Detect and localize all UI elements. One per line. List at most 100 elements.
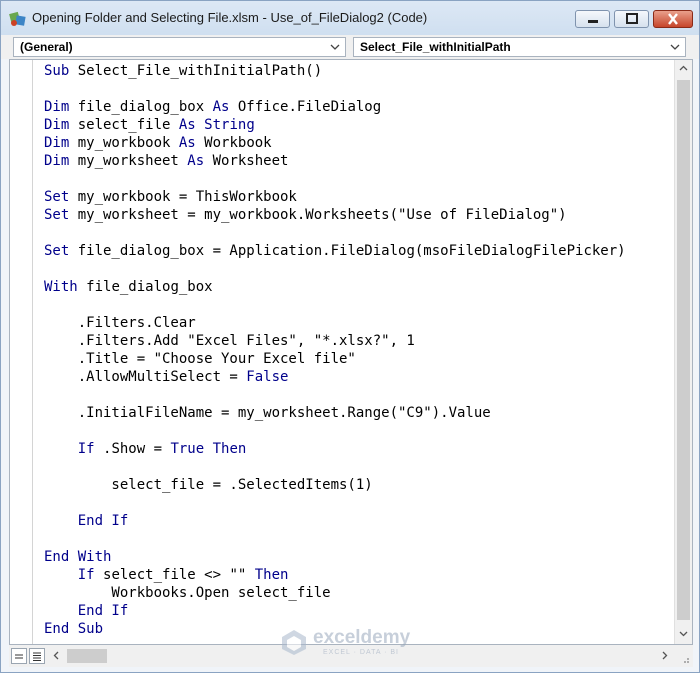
chevron-down-icon [670,44,680,50]
scroll-down-icon[interactable] [678,628,689,639]
code-keyword: End With [44,549,112,565]
code-token: file_dialog_box = Application.FileDialog… [77,243,626,259]
code-line[interactable]: If .Show = True Then [44,440,626,458]
code-line[interactable]: Dim select_file As String [44,116,626,134]
code-line[interactable] [44,170,626,188]
code-token: file_dialog_box [77,99,213,115]
code-token: .InitialFileName = my_worksheet.Range("C… [44,405,491,421]
code-token: Worksheet [212,153,289,169]
code-token: .Filters.Clear [44,315,196,331]
code-line[interactable]: Sub Select_File_withInitialPath() [44,62,626,80]
code-line[interactable] [44,458,626,476]
code-line[interactable]: .Filters.Add "Excel Files", "*.xlsx?", 1 [44,332,626,350]
code-token: .Title = "Choose Your Excel file" [44,351,356,367]
code-keyword: Set [44,189,78,205]
object-dropdown-value: (General) [20,40,73,54]
code-keyword: Sub [44,63,78,79]
code-line[interactable]: Set my_workbook = ThisWorkbook [44,188,626,206]
vertical-scrollbar[interactable] [674,60,692,644]
code-keyword: As [178,135,205,151]
vertical-scroll-thumb[interactable] [677,80,690,620]
code-keyword: True Then [170,441,247,457]
window-title: Opening Folder and Selecting File.xlsm -… [32,10,428,25]
resize-grip-icon[interactable] [679,653,690,664]
code-token: my_workbook = ThisWorkbook [77,189,297,205]
code-keyword: Dim [44,117,78,133]
code-line[interactable]: Dim my_worksheet As Worksheet [44,152,626,170]
scroll-left-icon[interactable] [51,650,62,661]
code-line[interactable]: End With [44,548,626,566]
code-line[interactable] [44,224,626,242]
code-token: file_dialog_box [86,279,213,295]
full-module-view-icon [33,652,41,661]
code-token: Workbooks.Open select_file [44,585,331,601]
watermark: exceldemy EXCEL · DATA · BI [279,627,429,661]
code-keyword: If [77,441,104,457]
code-line[interactable]: Workbooks.Open select_file [44,584,626,602]
maximize-icon [625,13,638,24]
code-editor[interactable]: Sub Select_File_withInitialPath() Dim fi… [9,59,693,645]
code-keyword: Dim [44,153,78,169]
code-line[interactable]: Dim my_workbook As Workbook [44,134,626,152]
code-line[interactable]: .Filters.Clear [44,314,626,332]
minimize-button[interactable] [575,10,610,28]
code-token: select_file = .SelectedItems(1) [44,477,373,493]
code-keyword: String [204,117,255,133]
code-line[interactable]: With file_dialog_box [44,278,626,296]
close-button[interactable] [653,10,693,28]
code-line[interactable] [44,530,626,548]
code-line[interactable] [44,386,626,404]
procedure-dropdown[interactable]: Select_File_withInitialPath [353,37,686,57]
code-token: my_workbook [77,135,179,151]
horizontal-scroll-thumb[interactable] [67,649,107,663]
code-line[interactable]: Set file_dialog_box = Application.FileDi… [44,242,626,260]
scroll-right-icon[interactable] [659,650,670,661]
code-token: .AllowMultiSelect = [44,369,247,385]
code-token: select_file <> "" [103,567,255,583]
procedure-combo-bar: (General) Select_File_withInitialPath [1,35,699,59]
watermark-tagline: EXCEL · DATA · BI [323,649,399,656]
code-line[interactable]: If select_file <> "" Then [44,566,626,584]
code-keyword: End Sub [44,621,104,637]
object-dropdown[interactable]: (General) [13,37,346,57]
scroll-up-icon[interactable] [678,63,689,74]
code-token: .Show = [103,441,171,457]
full-module-view-button[interactable] [29,648,45,664]
code-line[interactable] [44,494,626,512]
code-keyword: With [44,279,87,295]
title-bar[interactable]: Opening Folder and Selecting File.xlsm -… [1,1,699,35]
code-line[interactable] [44,296,626,314]
code-text[interactable]: Sub Select_File_withInitialPath() Dim fi… [44,62,626,638]
code-token: my_worksheet = my_workbook.Worksheets("U… [77,207,567,223]
code-line[interactable]: Dim file_dialog_box As Office.FileDialog [44,98,626,116]
code-line[interactable]: .Title = "Choose Your Excel file" [44,350,626,368]
code-token: Select_File_withInitialPath() [77,63,323,79]
code-token: my_worksheet [77,153,188,169]
vba-project-icon [9,11,26,26]
code-line[interactable]: select_file = .SelectedItems(1) [44,476,626,494]
maximize-button[interactable] [614,10,649,28]
vba-code-window: Opening Folder and Selecting File.xlsm -… [0,0,700,673]
code-line[interactable]: End If [44,602,626,620]
procedure-view-icon [15,654,23,659]
code-line[interactable] [44,422,626,440]
code-keyword: Then [254,567,289,583]
code-keyword: End If [77,603,129,619]
code-token: Workbook [204,135,272,151]
procedure-view-button[interactable] [11,648,27,664]
code-line[interactable]: .InitialFileName = my_worksheet.Range("C… [44,404,626,422]
code-keyword: Dim [44,99,78,115]
code-line[interactable] [44,260,626,278]
code-keyword: Set [44,207,78,223]
code-line[interactable]: End If [44,512,626,530]
code-line[interactable]: Set my_worksheet = my_workbook.Worksheet… [44,206,626,224]
code-line[interactable] [44,80,626,98]
margin-indicator-bar[interactable] [10,60,33,644]
code-token: Office.FileDialog [237,99,382,115]
code-line[interactable]: .AllowMultiSelect = False [44,368,626,386]
code-keyword: End If [77,513,129,529]
